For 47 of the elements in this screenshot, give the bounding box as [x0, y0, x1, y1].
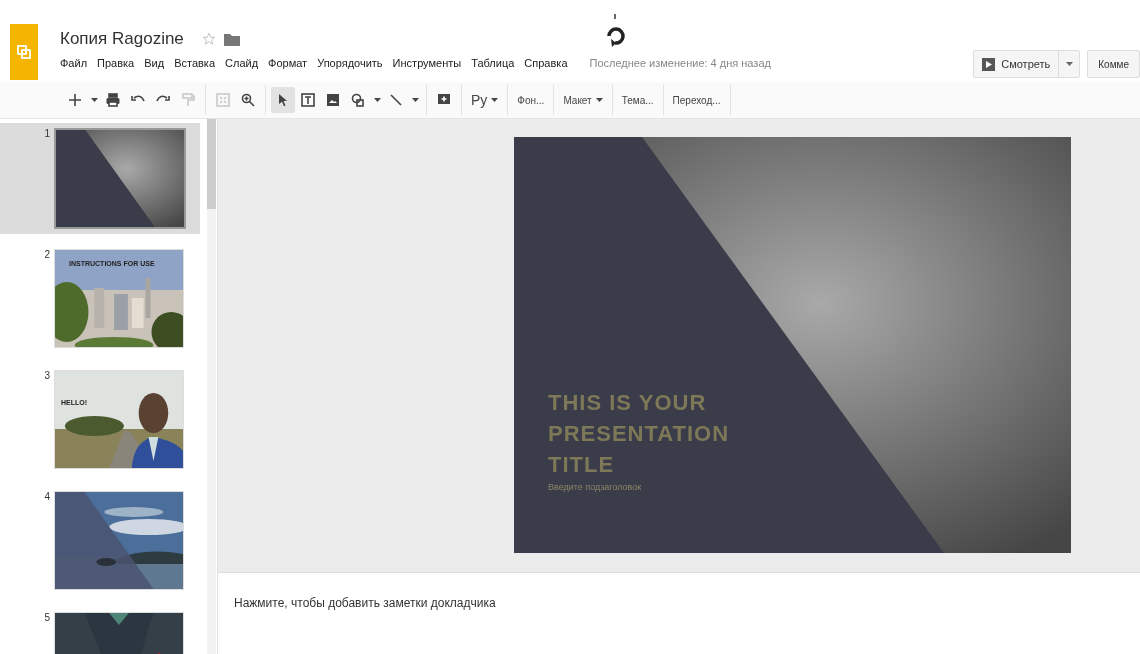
- menu-item[interactable]: Инструменты: [392, 57, 462, 69]
- text-box-icon: [300, 92, 316, 108]
- play-icon: [982, 57, 996, 71]
- fit-icon: [215, 92, 231, 108]
- caret-icon: [411, 98, 419, 102]
- speaker-notes-area[interactable]: Нажмите, чтобы добавить заметки докладчика: [218, 572, 1140, 654]
- toolbar-button[interactable]: Переход...: [668, 87, 725, 113]
- zoom-icon: [240, 92, 256, 108]
- printer-icon: [105, 92, 121, 108]
- slide-number: 1: [43, 128, 51, 141]
- slide-thumbnail-row[interactable]: 1: [0, 123, 200, 234]
- toolbar-button[interactable]: Макет: [559, 87, 607, 113]
- menu-item[interactable]: Таблица: [471, 57, 515, 69]
- toolbar-button[interactable]: Тема...: [617, 87, 658, 113]
- slide-number: 2: [43, 249, 51, 262]
- slides-icon: [17, 45, 31, 59]
- scrollbar[interactable]: [207, 119, 216, 654]
- menu-item[interactable]: Формат: [268, 57, 308, 69]
- menu-item[interactable]: Правка: [97, 57, 135, 69]
- toolbar-button[interactable]: Ру: [467, 87, 503, 113]
- caret-icon: [90, 98, 98, 102]
- folder-icon[interactable]: [223, 32, 240, 46]
- present-button[interactable]: Смотреть: [974, 51, 1060, 77]
- line-icon: [388, 92, 404, 108]
- menu-item[interactable]: Слайд: [225, 57, 259, 69]
- caret-icon: [1065, 62, 1073, 66]
- menu-item[interactable]: Вид: [144, 57, 165, 69]
- shapes-icon: [350, 92, 366, 108]
- star-icon[interactable]: [201, 32, 216, 46]
- plus-icon: [67, 92, 83, 108]
- paint-roller-icon: [180, 92, 196, 108]
- menu-item[interactable]: Вставка: [174, 57, 215, 69]
- slide-number: 3: [43, 370, 51, 383]
- slide-number: 4: [43, 491, 51, 504]
- menu-item[interactable]: Файл: [60, 57, 88, 69]
- slide-thumbnail[interactable]: [54, 128, 186, 229]
- last-edit-text[interactable]: Последнее изменение: 4 дня назад: [589, 57, 771, 69]
- slide-number: 5: [43, 612, 51, 625]
- comments-button[interactable]: Комме: [1087, 50, 1140, 78]
- document-title[interactable]: Копия Ragozine: [60, 29, 184, 49]
- image-icon: [325, 92, 341, 108]
- toolbar-button[interactable]: Фон...: [513, 87, 549, 113]
- select-button[interactable]: [271, 87, 295, 113]
- menu-item[interactable]: Упорядочить: [317, 57, 383, 69]
- notes-placeholder[interactable]: Нажмите, чтобы добавить заметки докладчика: [234, 596, 496, 610]
- caret-icon: [373, 98, 381, 102]
- menu-item[interactable]: Справка: [524, 57, 568, 69]
